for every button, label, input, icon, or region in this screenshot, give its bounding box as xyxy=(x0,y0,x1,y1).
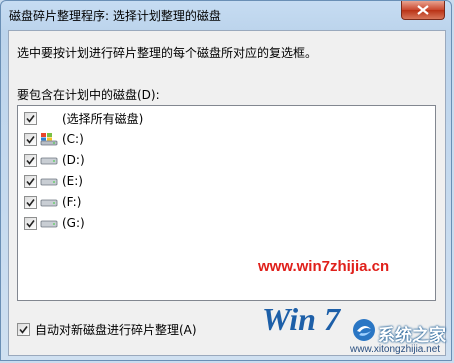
disk-c-checkbox[interactable] xyxy=(24,132,37,146)
select-all-checkbox[interactable] xyxy=(24,111,37,125)
system-drive-icon xyxy=(40,133,58,146)
instruction-text: 选中要按计划进行碎片整理的每个磁盘所对应的复选框。 xyxy=(17,46,318,60)
select-all-label: (选择所有磁盘) xyxy=(62,111,144,126)
disk-g-label: (G:) xyxy=(62,216,85,230)
checkmark-icon xyxy=(26,156,35,165)
hard-drive-icon xyxy=(40,220,58,228)
checkmark-icon xyxy=(26,219,35,228)
disk-f-checkbox[interactable] xyxy=(24,195,37,209)
disk-e-label: (E:) xyxy=(62,174,83,188)
checkmark-icon xyxy=(26,135,35,144)
disk-row-g[interactable]: (G:) xyxy=(24,215,85,231)
disk-row-e[interactable]: (E:) xyxy=(24,173,83,189)
window-title: 磁盘碎片整理程序: 选择计划整理的磁盘 xyxy=(9,9,221,23)
disk-row-d[interactable]: (D:) xyxy=(24,152,85,168)
close-button[interactable] xyxy=(401,1,445,20)
close-icon xyxy=(417,5,429,15)
dialog-window: 磁盘碎片整理程序: 选择计划整理的磁盘 选中要按计划进行碎片整理的每个磁盘所对应… xyxy=(0,0,452,361)
disk-row-c[interactable]: (C:) xyxy=(24,131,84,147)
disk-g-checkbox[interactable] xyxy=(24,216,37,230)
select-all-row[interactable]: (选择所有磁盘) xyxy=(24,110,143,126)
disk-e-checkbox[interactable] xyxy=(24,174,37,188)
disk-c-label: (C:) xyxy=(62,132,84,146)
watermark-url: www.win7zhijia.cn xyxy=(258,258,390,275)
checkmark-icon xyxy=(26,198,35,207)
disk-f-label: (F:) xyxy=(62,195,82,209)
win7-logo-text: Win 7 xyxy=(262,301,342,336)
disk-list-caption: 要包含在计划中的磁盘(D): xyxy=(17,88,160,102)
brand-name: 系统之家 xyxy=(378,326,446,346)
hard-drive-icon xyxy=(40,199,58,207)
checkmark-icon xyxy=(26,177,35,186)
auto-defrag-checkbox[interactable] xyxy=(17,323,30,336)
title-bar[interactable]: 磁盘碎片整理程序: 选择计划整理的磁盘 xyxy=(1,1,451,31)
disk-row-f[interactable]: (F:) xyxy=(24,194,81,210)
checkmark-icon xyxy=(19,326,28,334)
checkmark-icon xyxy=(26,114,35,123)
auto-defrag-label: 自动对新磁盘进行碎片整理(A) xyxy=(35,323,197,337)
disk-d-checkbox[interactable] xyxy=(24,153,37,167)
brand-swirl-icon xyxy=(353,319,375,341)
disk-d-label: (D:) xyxy=(62,153,85,167)
hard-drive-icon xyxy=(40,178,58,186)
brand-site: www.xitongzhijia.net xyxy=(350,344,441,355)
hard-drive-icon xyxy=(40,157,58,165)
auto-defrag-option[interactable]: 自动对新磁盘进行碎片整理(A) xyxy=(17,321,197,338)
